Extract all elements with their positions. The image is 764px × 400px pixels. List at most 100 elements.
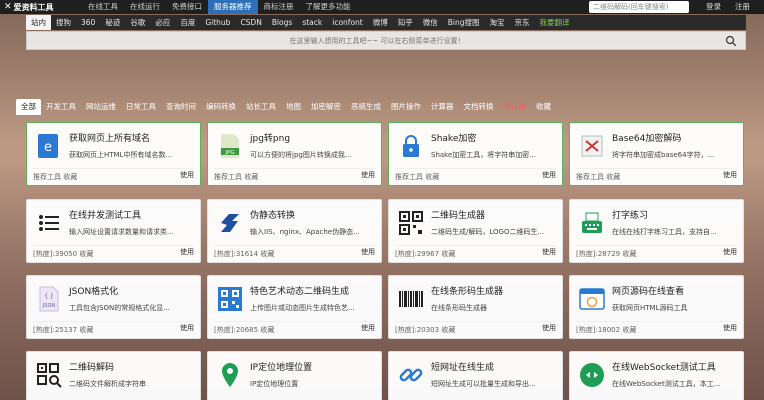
tool-card[interactable]: 在线WebSocket测试工具 在线WebSocket测试工具，本工... [569,351,744,400]
engine-tab-bing-images[interactable]: Bing搜图 [443,15,485,30]
tool-meta[interactable]: [热度]:39050 收藏 [33,249,93,259]
tab-crypto[interactable]: 加密解密 [306,99,346,115]
register-link[interactable]: 注册 [735,0,750,14]
tab-image-ops[interactable]: 图片操作 [386,99,426,115]
tool-card[interactable]: 网页源码在线查看 获取网页HTML源码工具 [热度]:18002 收藏 使用 [569,275,744,339]
tool-card[interactable]: JPG jpg转png 可以方便的将jpg图片转换成我... 推荐工具 收藏 使… [207,122,382,186]
tool-meta[interactable]: [热度]:20685 收藏 [214,325,274,335]
nav-free-api[interactable]: 免费接口 [166,0,208,14]
tool-card[interactable]: 短网址在线生成 短网址生成可以批量生成和导出... [388,351,563,400]
engine-tab-baidu[interactable]: 百度 [175,15,200,30]
tool-meta[interactable]: [热度]:29967 收藏 [395,249,455,259]
engine-tab-taobao[interactable]: 淘宝 [484,15,509,30]
engine-tab-miji[interactable]: 秘迹 [100,15,125,30]
tool-meta[interactable]: [热度]:20303 收藏 [395,325,455,335]
tab-webmaster[interactable]: 站长工具 [241,99,281,115]
tool-title: 打字练习 [612,211,649,221]
tool-card[interactable]: e 获取网页上所有域名 获取网页上HTML中所有域名数... 推荐工具 收藏 使… [26,122,201,186]
tool-desc: 短网址生成可以批量生成和导出... [431,380,536,388]
tool-meta[interactable]: 推荐工具 收藏 [33,172,77,182]
tab-prank[interactable]: 恶搞生成 [346,99,386,115]
tool-card[interactable]: { } JSON JSON格式化 工具包含JSON的常规格式化显... [热度]:… [26,275,201,339]
use-button[interactable]: 使用 [180,247,194,257]
engine-tab-site[interactable]: 站内 [26,15,51,30]
engine-tab-sogou[interactable]: 搜狗 [51,15,76,30]
art-qrcode-icon [215,284,245,314]
nav-trademark[interactable]: 商标注册 [258,0,300,14]
tool-card[interactable]: Base64加密解码 将字符串加密成base64字符，... 推荐工具 收藏 使… [569,122,744,186]
nav-online-tools[interactable]: 在线工具 [82,0,124,14]
tool-card[interactable]: 在线并发测试工具 输入网址设置请求数量和请求类... [热度]:39050 收藏… [26,199,201,263]
top-search-input[interactable]: 二维码解码(回车键搜索) [589,1,689,13]
tab-site-ops[interactable]: 网站运维 [81,99,121,115]
login-link[interactable]: 登录 [706,0,721,14]
use-button[interactable]: 使用 [180,170,194,180]
engine-tab-zhihu[interactable]: 知乎 [393,15,418,30]
tool-card[interactable]: IP定位地理位置 IP定位地理位置 [207,351,382,400]
use-button[interactable]: 使用 [542,323,556,333]
nav-online-run[interactable]: 在线运行 [124,0,166,14]
tool-meta[interactable]: 推荐工具 收藏 [576,172,620,182]
engine-tab-blogs[interactable]: Blogs [267,15,298,30]
use-button[interactable]: 使用 [361,323,375,333]
use-button[interactable]: 使用 [723,323,737,333]
map-pin-icon [215,360,245,390]
use-button[interactable]: 使用 [723,247,737,257]
tool-card[interactable]: 二维码解码 二维码文件解析成字符串 [26,351,201,400]
tab-ranking[interactable]: 排行榜 [499,99,532,115]
engine-tab-csdn[interactable]: CSDN [235,15,266,30]
tab-daily-tools[interactable]: 日常工具 [121,99,161,115]
tool-meta[interactable]: 推荐工具 收藏 [395,172,439,182]
tool-title: 网页源码在线查看 [612,287,685,297]
tab-doc-convert[interactable]: 文档转换 [459,99,499,115]
use-button[interactable]: 使用 [542,247,556,257]
tool-title: 二维码解码 [69,363,115,373]
divider [576,321,737,322]
tab-favorites[interactable]: 收藏 [531,99,556,115]
engine-tab-google[interactable]: 谷歌 [125,15,150,30]
tool-card[interactable]: 在线条形码生成器 在线条形码生成器 [热度]:20303 收藏 使用 [388,275,563,339]
use-button[interactable]: 使用 [542,170,556,180]
qrcode-scan-icon [34,360,64,390]
engine-tab-stack[interactable]: stack [297,15,327,30]
tool-card[interactable]: 伪静态转换 输入IIS、nginx、Apache伪静态... [热度]:3161… [207,199,382,263]
engine-tab-github[interactable]: Github [200,15,235,30]
tool-card[interactable]: 特色艺术动态二维码生成 上传图片或动态图片生成特色艺... [热度]:20685… [207,275,382,339]
link-icon [396,360,426,390]
use-button[interactable]: 使用 [361,247,375,257]
engine-tab-iconfont[interactable]: iconfont [327,15,367,30]
engine-tab-wechat[interactable]: 微信 [418,15,443,30]
engine-tab-jd[interactable]: 京东 [509,15,534,30]
divider [214,168,375,169]
engine-tab-weibo[interactable]: 微博 [368,15,393,30]
tool-meta[interactable]: 推荐工具 收藏 [214,172,258,182]
tool-meta[interactable]: [热度]:28729 收藏 [576,249,636,259]
tool-card[interactable]: 二维码生成器 二维码生成/解码，LOGO二维码生... [热度]:29967 收… [388,199,563,263]
search-icon[interactable] [725,35,737,47]
tab-encoding[interactable]: 编码转换 [201,99,241,115]
main-search-input[interactable] [27,32,727,49]
tool-meta[interactable]: [热度]:18002 收藏 [576,325,636,335]
tab-time-query[interactable]: 查询时间 [161,99,201,115]
nav-more-features[interactable]: 了解更多功能 [300,0,357,14]
tool-meta[interactable]: [热度]:31614 收藏 [214,249,274,259]
engine-tab-translate[interactable]: 我要翻译 [534,15,574,30]
site-logo[interactable]: ✕ 爱资料工具 [0,2,82,13]
use-button[interactable]: 使用 [361,170,375,180]
tool-title: 特色艺术动态二维码生成 [250,287,350,297]
tool-meta[interactable]: [热度]:25137 收藏 [33,325,93,335]
divider [395,321,556,322]
tool-desc: 二维码生成/解码，LOGO二维码生... [431,228,545,236]
tool-card[interactable]: 打字练习 在线在线打字练习工具，支持自... [热度]:28729 收藏 使用 [569,199,744,263]
json-file-icon: { } JSON [34,284,64,314]
engine-tab-bing[interactable]: 必应 [150,15,175,30]
tab-all[interactable]: 全部 [16,99,41,115]
use-button[interactable]: 使用 [180,323,194,333]
engine-tab-360[interactable]: 360 [76,15,100,30]
tool-card[interactable]: Shake加密 Shake加密工具，将字符串加密... 推荐工具 收藏 使用 [388,122,563,186]
use-button[interactable]: 使用 [723,170,737,180]
tab-dev-tools[interactable]: 开发工具 [41,99,81,115]
tab-calculator[interactable]: 计算器 [426,99,459,115]
tab-map[interactable]: 地图 [281,99,306,115]
nav-server-recommend[interactable]: 服务器推荐 [208,0,258,14]
